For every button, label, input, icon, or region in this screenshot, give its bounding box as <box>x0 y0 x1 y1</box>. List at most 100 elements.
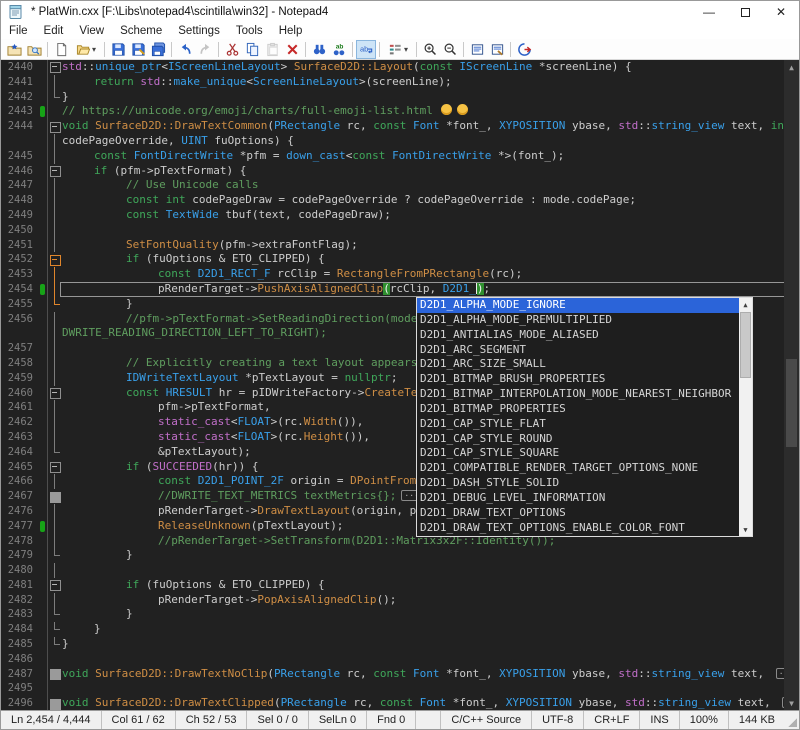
bookmark-margin[interactable] <box>39 593 47 608</box>
line-number[interactable]: 2465 <box>1 460 39 475</box>
editor-scroll-up-icon[interactable]: ▲ <box>784 60 799 74</box>
line-number[interactable] <box>1 134 39 149</box>
scroll-down-icon[interactable]: ▼ <box>739 523 752 536</box>
title-bar[interactable]: * PlatWin.cxx [F:\Libs\notepad4\scintill… <box>1 1 799 23</box>
bookmark-margin[interactable] <box>39 149 47 164</box>
autocomplete-item[interactable]: D2D1_BITMAP_BRUSH_PROPERTIES <box>417 372 739 387</box>
bookmark-margin[interactable] <box>39 267 47 282</box>
code-line[interactable]: 2449const TextWide tbuf(text, codePageDr… <box>1 208 799 223</box>
code-line[interactable]: 2452if (fuOptions & ETO_CLIPPED) { <box>1 252 799 267</box>
line-number[interactable]: 2448 <box>1 193 39 208</box>
autocomplete-item[interactable]: D2D1_COMPATIBLE_RENDER_TARGET_OPTIONS_NO… <box>417 461 739 476</box>
bookmark-margin[interactable] <box>39 312 47 327</box>
code-line[interactable]: 2445const FontDirectWrite *pfm = down_ca… <box>1 149 799 164</box>
exit-button[interactable] <box>514 40 534 59</box>
editor-pane[interactable]: 2440std::unique_ptr<IScreenLineLayout> S… <box>1 60 799 710</box>
code-line[interactable]: 2446if (pfm->pTextFormat) { <box>1 164 799 179</box>
bookmark-margin[interactable] <box>39 637 47 652</box>
bookmark-margin[interactable] <box>39 534 47 549</box>
replace-button[interactable]: ab <box>329 40 349 59</box>
save-button[interactable] <box>108 40 128 59</box>
fold-expand-box[interactable] <box>47 489 60 504</box>
code-line[interactable]: 2482pRenderTarget->PopAxisAlignedClip(); <box>1 593 799 608</box>
line-number[interactable]: 2483 <box>1 607 39 622</box>
line-number[interactable]: 2450 <box>1 223 39 238</box>
maximize-button[interactable] <box>727 1 763 23</box>
line-number[interactable]: 2452 <box>1 252 39 267</box>
line-number[interactable]: 2482 <box>1 593 39 608</box>
code-line[interactable]: 2440std::unique_ptr<IScreenLineLayout> S… <box>1 60 799 75</box>
status-cell[interactable]: Sel 0 / 0 <box>247 711 308 729</box>
close-button[interactable]: ✕ <box>763 1 799 23</box>
save-as-button[interactable] <box>128 40 148 59</box>
menu-item-help[interactable]: Help <box>271 23 311 39</box>
autocomplete-item[interactable]: D2D1_CAP_STYLE_ROUND <box>417 432 739 447</box>
line-number[interactable]: 2455 <box>1 297 39 312</box>
fold-collapse-box[interactable] <box>47 386 60 401</box>
line-number[interactable]: 2461 <box>1 400 39 415</box>
line-number[interactable]: 2481 <box>1 578 39 593</box>
zoom-in-button[interactable] <box>420 40 440 59</box>
bookmark-margin[interactable] <box>39 134 47 149</box>
autocomplete-scrollbar[interactable]: ▲ ▼ <box>739 298 752 536</box>
favorites-add-button[interactable] <box>4 40 24 59</box>
line-number[interactable]: 2467 <box>1 489 39 504</box>
fold-collapse-box[interactable] <box>47 252 60 267</box>
editor-scrollbar-thumb[interactable] <box>786 359 797 447</box>
code-line[interactable]: 2480 <box>1 563 799 578</box>
code-line[interactable]: 2442} <box>1 90 799 105</box>
open-dropdown-arrow-icon[interactable]: ▾ <box>92 45 96 54</box>
autocomplete-item[interactable]: D2D1_ARC_SIZE_SMALL <box>417 357 739 372</box>
undo-button[interactable] <box>175 40 195 59</box>
status-cell[interactable]: UTF-8 <box>531 711 583 729</box>
line-number[interactable]: 2479 <box>1 548 39 563</box>
autocomplete-item[interactable]: D2D1_ALPHA_MODE_IGNORE <box>417 298 739 313</box>
autocomplete-item[interactable]: D2D1_DRAW_TEXT_OPTIONS_ENABLE_COLOR_FONT <box>417 521 739 536</box>
status-cell[interactable]: SelLn 0 <box>309 711 367 729</box>
scroll-up-icon[interactable]: ▲ <box>739 298 752 311</box>
line-number[interactable]: 2484 <box>1 622 39 637</box>
line-number[interactable]: 2478 <box>1 534 39 549</box>
autocomplete-item[interactable]: D2D1_BITMAP_INTERPOLATION_MODE_NEAREST_N… <box>417 387 739 402</box>
line-number[interactable]: 2457 <box>1 341 39 356</box>
line-number[interactable]: 2477 <box>1 519 39 534</box>
bookmark-margin[interactable] <box>39 460 47 475</box>
bookmark-margin[interactable] <box>39 696 47 710</box>
fold-collapse-box[interactable] <box>47 164 60 179</box>
menu-item-tools[interactable]: Tools <box>228 23 271 39</box>
minimize-button[interactable]: — <box>691 1 727 23</box>
line-number[interactable]: 2462 <box>1 415 39 430</box>
line-number[interactable]: 2440 <box>1 60 39 75</box>
line-number[interactable]: 2463 <box>1 430 39 445</box>
bookmark-margin[interactable] <box>39 681 47 696</box>
line-number[interactable]: 2495 <box>1 681 39 696</box>
line-number[interactable]: 2441 <box>1 75 39 90</box>
line-number[interactable]: 2451 <box>1 238 39 253</box>
fold-collapse-box[interactable] <box>47 460 60 475</box>
line-number[interactable]: 2443 <box>1 104 39 119</box>
bookmark-margin[interactable] <box>39 430 47 445</box>
status-cell[interactable]: CR+LF <box>583 711 639 729</box>
line-number[interactable]: 2446 <box>1 164 39 179</box>
bookmark-margin[interactable] <box>39 356 47 371</box>
line-number[interactable]: 2458 <box>1 356 39 371</box>
cut-button[interactable] <box>222 40 242 59</box>
line-number[interactable]: 2444 <box>1 119 39 134</box>
code-line[interactable]: 2481if (fuOptions & ETO_CLIPPED) { <box>1 578 799 593</box>
code-line[interactable]: 2448const int codePageDraw = codePageOve… <box>1 193 799 208</box>
favorites-search-button[interactable] <box>24 40 44 59</box>
bookmark-marker[interactable] <box>39 519 47 534</box>
status-cell[interactable]: Ln 2,454 / 4,444 <box>1 711 102 729</box>
bookmark-margin[interactable] <box>39 75 47 90</box>
line-number[interactable]: 2460 <box>1 386 39 401</box>
bookmark-margin[interactable] <box>39 326 47 341</box>
bookmark-margin[interactable] <box>39 667 47 682</box>
status-cell[interactable]: 144 KB <box>728 711 785 729</box>
autocomplete-item[interactable]: D2D1_ANTIALIAS_MODE_ALIASED <box>417 328 739 343</box>
line-number[interactable]: 2480 <box>1 563 39 578</box>
bookmark-margin[interactable] <box>39 252 47 267</box>
find-button[interactable] <box>309 40 329 59</box>
status-cell[interactable]: C/C++ Source <box>440 711 531 729</box>
bookmark-margin[interactable] <box>39 622 47 637</box>
fold-collapse-box[interactable] <box>47 578 60 593</box>
